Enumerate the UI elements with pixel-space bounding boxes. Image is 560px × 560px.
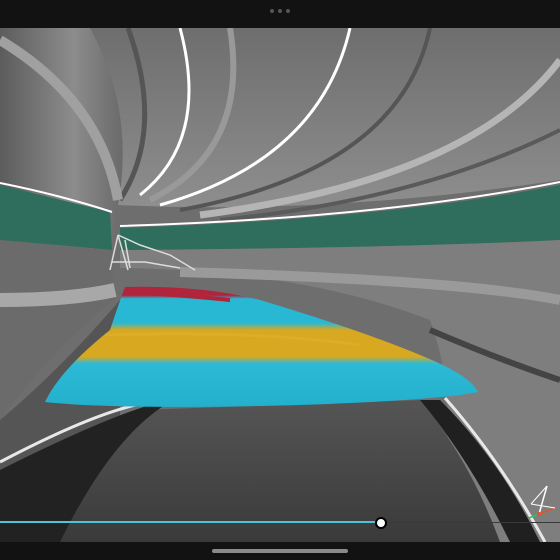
ellipsis-icon[interactable] — [268, 9, 292, 13]
home-indicator[interactable] — [212, 549, 348, 553]
xyz-axis-triad-icon[interactable] — [525, 476, 557, 521]
scrubber-track-played — [0, 521, 381, 523]
playback-scrubber[interactable] — [0, 517, 560, 529]
top-bar — [0, 0, 560, 28]
scrubber-thumb[interactable] — [375, 517, 387, 529]
3d-viewport[interactable] — [0, 28, 560, 542]
app-window — [0, 0, 560, 560]
